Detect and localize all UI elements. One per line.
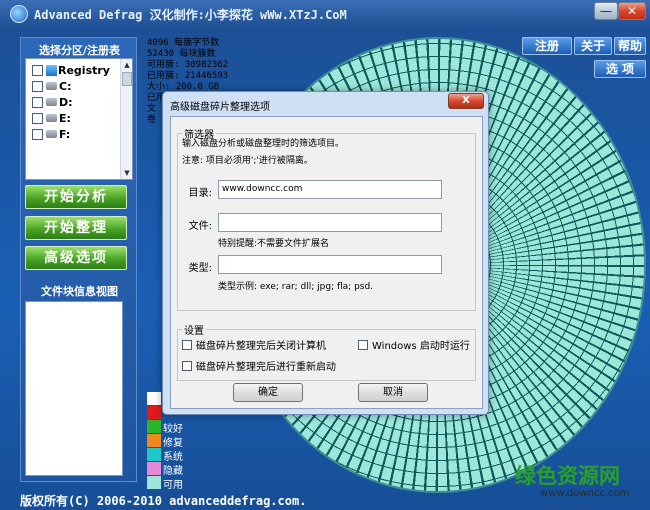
file-label: 文件: [188, 221, 212, 232]
scroll-down-icon[interactable]: ▼ [122, 168, 132, 178]
disk-info-line: 4096 每簇字节数 [147, 38, 220, 48]
filter-group: 筛选器 输入磁盘分析或磁盘整理时的筛选项目。 注意: 项目必须用';'进行被隔离… [177, 126, 476, 311]
options-button[interactable]: 选 项 [594, 60, 646, 78]
defrag-button[interactable]: 开始整理 [25, 216, 127, 240]
dialog-close-button[interactable]: X [448, 93, 484, 109]
legend-label: 可用 [163, 480, 183, 491]
advanced-options-dialog: 高级磁盘碎片整理选项 X 筛选器 输入磁盘分析或磁盘整理时的筛选项目。 注意: … [162, 91, 489, 415]
drive-icon [46, 98, 57, 106]
minimize-button[interactable]: — [594, 2, 618, 20]
cancel-button[interactable]: 取消 [358, 383, 428, 402]
scroll-thumb[interactable] [122, 72, 132, 86]
drive-label: Registry [58, 63, 110, 77]
app-icon [10, 5, 28, 23]
drive-item-d[interactable]: D: [32, 95, 73, 109]
type-hint: 类型示例: exe; rar; dll; jpg; fla; psd. [218, 282, 374, 292]
drive-checkbox[interactable] [32, 128, 43, 140]
block-view-title: 文件块信息视图 [41, 285, 118, 298]
ok-button[interactable]: 确定 [233, 383, 303, 402]
registry-icon [46, 64, 57, 76]
drive-label: E: [59, 111, 71, 125]
legend-swatch [147, 434, 161, 447]
settings-group-title: 设置 [182, 322, 206, 337]
dialog-body: 筛选器 输入磁盘分析或磁盘整理时的筛选项目。 注意: 项目必须用';'进行被隔离… [170, 116, 483, 409]
legend-label: 系统 [163, 452, 183, 463]
drive-checkbox[interactable] [32, 96, 43, 108]
file-hint: 特别提醒:不需要文件扩展名 [218, 239, 330, 249]
left-panel: 选择分区/注册表 Registry C: D: E: F: ▲ ▼ 开始分析 开… [20, 37, 137, 482]
filter-note: 注意: 项目必须用';'进行被隔离。 [182, 156, 313, 166]
legend-label: 修复 [163, 438, 183, 449]
drive-item-registry[interactable]: Registry [32, 63, 110, 77]
disk-info-line: 已用簇: 21446593 [147, 71, 229, 81]
partition-title: 选择分区/注册表 [38, 44, 121, 57]
legend-swatch [147, 462, 161, 475]
advanced-options-button[interactable]: 高级选项 [25, 246, 127, 270]
drive-checkbox[interactable] [32, 64, 43, 76]
dir-label: 目录: [188, 188, 212, 199]
drive-label: C: [59, 79, 72, 93]
shutdown-checkbox[interactable] [182, 339, 192, 350]
legend-label: 隐藏 [163, 466, 183, 477]
drive-list-scrollbar[interactable]: ▲ ▼ [120, 59, 132, 179]
copyright-footer: 版权所有(C) 2006-2010 advanceddefrag.com. [20, 494, 307, 508]
legend-swatch [147, 392, 161, 405]
legend-label: 较好 [163, 424, 183, 435]
shutdown-option-label: 磁盘碎片整理完后关闭计算机 [196, 341, 326, 352]
analyze-button[interactable]: 开始分析 [25, 185, 127, 209]
dialog-title: 高级磁盘碎片整理选项 [170, 102, 270, 113]
block-info-box [25, 301, 123, 476]
help-button[interactable]: 帮助 [614, 37, 646, 55]
restart-checkbox[interactable] [182, 360, 192, 371]
file-input[interactable] [218, 213, 442, 232]
close-button[interactable]: ✕ [618, 2, 646, 20]
shutdown-option[interactable]: 磁盘碎片整理完后关闭计算机 [182, 337, 326, 352]
drive-icon [46, 130, 57, 138]
legend-swatch [147, 448, 161, 461]
watermark-brand: 绿色资源网 [515, 464, 620, 488]
drive-item-e[interactable]: E: [32, 111, 71, 125]
dir-input[interactable]: www.downcc.com [218, 180, 442, 199]
drive-label: F: [59, 127, 71, 141]
dialog-title-bar: 高级磁盘碎片整理选项 X [163, 92, 488, 116]
startup-option-label: Windows 启动时运行 [372, 341, 470, 352]
startup-checkbox[interactable] [358, 339, 368, 350]
about-button[interactable]: 关于 [574, 37, 612, 55]
disk-info-line: 52430 每块簇数 [147, 49, 216, 59]
drive-item-f[interactable]: F: [32, 127, 70, 141]
legend-swatch [147, 476, 161, 489]
type-label: 类型: [188, 263, 212, 274]
drive-label: D: [59, 95, 73, 109]
title-bar: Advanced Defrag 汉化制作:小李探花 wWw.XTzJ.CoM —… [0, 0, 650, 28]
drive-checkbox[interactable] [32, 80, 43, 92]
drive-item-c[interactable]: C: [32, 79, 71, 93]
legend-swatch [147, 406, 161, 419]
scroll-up-icon[interactable]: ▲ [122, 60, 132, 70]
restart-option-label: 磁盘碎片整理完后进行重新启动 [196, 362, 336, 373]
window-title: Advanced Defrag 汉化制作:小李探花 wWw.XTzJ.CoM [34, 8, 347, 22]
drive-list: Registry C: D: E: F: ▲ ▼ [25, 58, 133, 180]
type-input[interactable] [218, 255, 442, 274]
register-button[interactable]: 注册 [522, 37, 572, 55]
drive-icon [46, 82, 57, 90]
filter-description: 输入磁盘分析或磁盘整理时的筛选项目。 [182, 139, 345, 149]
drive-checkbox[interactable] [32, 112, 43, 124]
restart-option[interactable]: 磁盘碎片整理完后进行重新启动 [182, 358, 336, 373]
startup-option[interactable]: Windows 启动时运行 [358, 337, 470, 352]
legend-swatch [147, 420, 161, 433]
disk-info-line: 可用簇: 30982362 [147, 60, 229, 70]
drive-icon [46, 114, 57, 122]
settings-group: 设置 磁盘碎片整理完后关闭计算机 Windows 启动时运行 磁盘碎片整理完后进… [177, 322, 476, 381]
watermark-url: www.downcc.com [540, 488, 630, 499]
